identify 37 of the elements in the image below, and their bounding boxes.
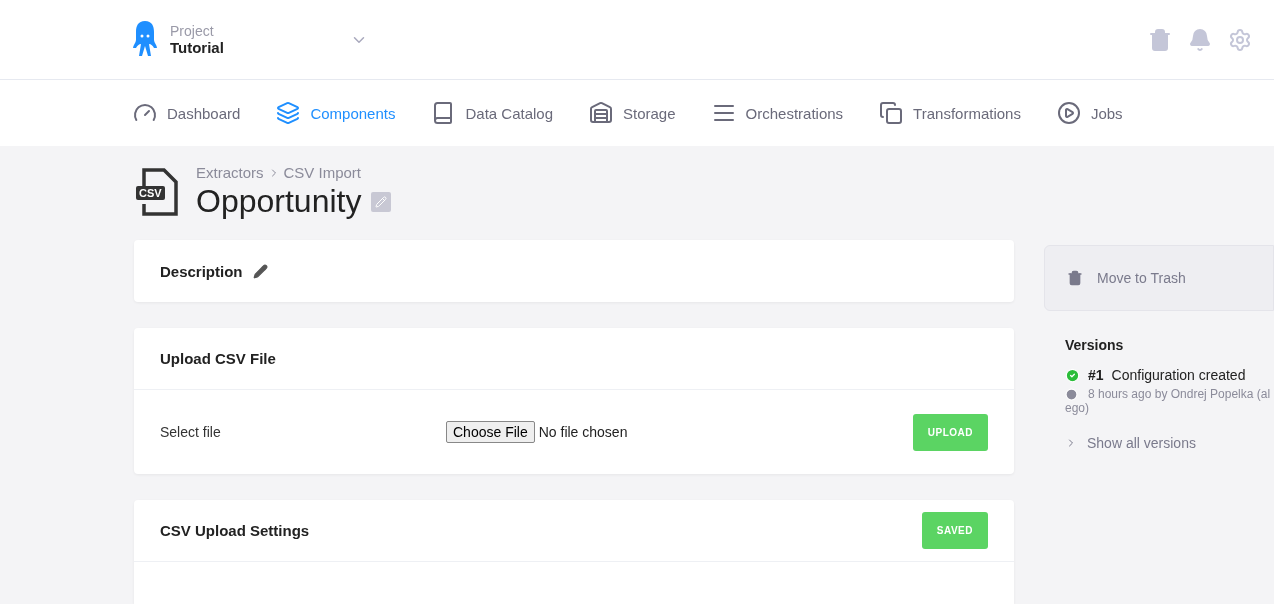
warehouse-icon [589, 101, 613, 125]
nav-tab[interactable]: Storage [589, 101, 676, 125]
csv-label: CSV [136, 186, 165, 200]
breadcrumb-link[interactable]: Extractors [196, 164, 264, 181]
card-title: Description [160, 262, 243, 280]
copy-icon [879, 101, 904, 125]
nav-tab[interactable]: Transformations [879, 101, 1021, 125]
notifications-icon[interactable] [1188, 27, 1212, 52]
project-name[interactable]: Tutorial [170, 39, 350, 56]
check-icon [1065, 367, 1080, 383]
card-title: CSV Upload Settings [160, 522, 310, 539]
version-meta: 8 hours ago by Ondrej Popelka (al [1088, 387, 1271, 401]
show-all-versions-link[interactable]: Show all versions [1065, 435, 1274, 451]
project-label: Project [170, 23, 215, 39]
version-text: Configuration created [1111, 367, 1246, 383]
breadcrumb-link[interactable]: CSV Import [283, 164, 362, 181]
edit-title-button[interactable] [371, 191, 392, 212]
file-status: No file chosen [538, 424, 628, 440]
choose-file-button[interactable]: Choose File [446, 421, 535, 443]
nav-tab[interactable]: Orchestrations [711, 101, 844, 125]
version-meta: ego) [1065, 401, 1090, 415]
nav-tab[interactable]: Jobs [1056, 101, 1123, 125]
card-title: Upload CSV File [160, 350, 276, 367]
trash-icon [1067, 270, 1083, 286]
field-label: Select file [160, 424, 222, 440]
version-number: #1 [1088, 367, 1104, 383]
move-to-trash-button[interactable]: Move to Trash [1044, 245, 1274, 311]
nav-tab[interactable]: Components [276, 101, 396, 125]
nav-tab[interactable]: Data Catalog [431, 101, 553, 125]
nav-tab[interactable]: Dashboard [133, 101, 241, 125]
versions-title: Versions [1065, 337, 1125, 353]
trash-icon[interactable] [1148, 27, 1172, 52]
page-title: Opportunity [196, 183, 362, 220]
play-icon [1056, 101, 1081, 125]
edit-icon[interactable] [252, 263, 268, 279]
settings-icon[interactable] [1228, 27, 1252, 52]
layers-icon [276, 101, 301, 125]
